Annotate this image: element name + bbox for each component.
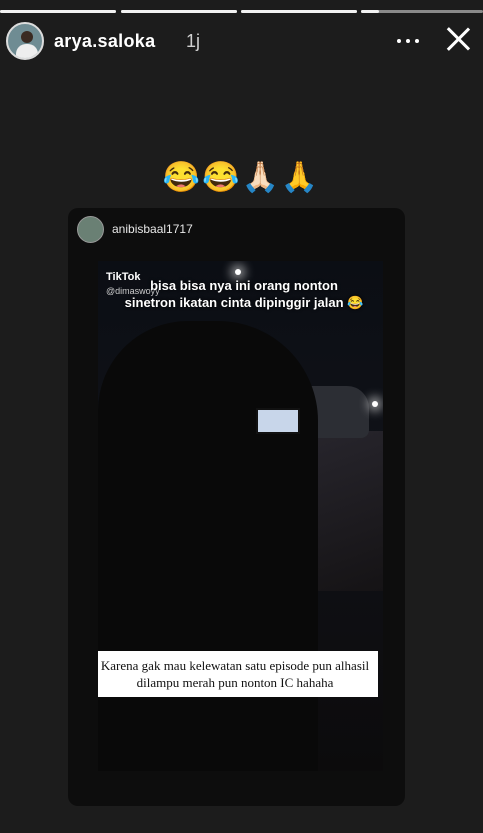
progress-segment (121, 10, 237, 13)
emoji-sticker: 😂😂🙏🏻🙏 (162, 161, 321, 194)
video-frame[interactable]: TikTok @dimaswoyy bisa bisa nya ini oran… (98, 261, 383, 771)
repost-avatar[interactable] (77, 216, 104, 243)
progress-segment-current (361, 10, 483, 13)
headlight (372, 401, 378, 407)
story-header: arya.saloka 1j (6, 22, 471, 64)
username[interactable]: arya.saloka (54, 31, 155, 52)
close-icon[interactable] (445, 26, 471, 52)
rider-silhouette (98, 321, 318, 771)
video-subtitle: Karena gak mau kelewatan satu episode pu… (98, 651, 378, 697)
timestamp: 1j (186, 31, 201, 51)
progress-segment (0, 10, 116, 13)
street-light (235, 269, 241, 275)
phone-screen (256, 408, 300, 434)
video-caption: bisa bisa nya ini orang nonton sinetron … (124, 278, 364, 310)
progress-segment (241, 10, 357, 13)
repost-username[interactable]: anibisbaal1717 (112, 222, 193, 236)
story-progress-bar (0, 10, 483, 13)
reposted-post-card[interactable]: anibisbaal1717 TikTok @dimaswoyy bisa bi… (68, 208, 405, 806)
more-options-icon[interactable] (397, 30, 421, 50)
avatar[interactable] (6, 22, 44, 60)
